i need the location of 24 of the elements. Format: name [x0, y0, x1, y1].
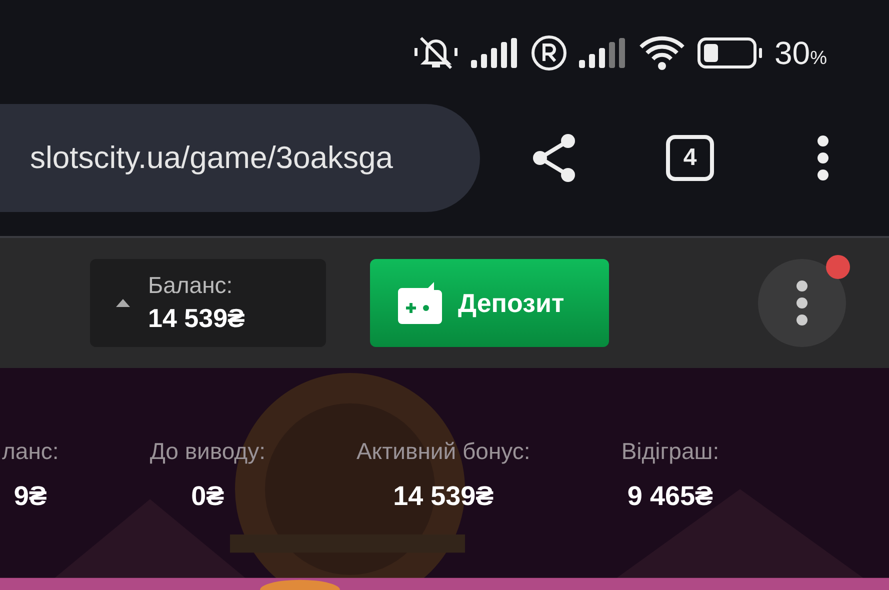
caret-icon [116, 299, 130, 307]
balance-value: 14 539₴ [148, 303, 245, 334]
wallet-icon [396, 280, 444, 326]
signal-icon [470, 38, 518, 68]
roaming-icon [530, 35, 566, 71]
menu-icon [796, 280, 808, 326]
balance-panel[interactable]: Баланс: 14 539₴ [90, 259, 326, 347]
stat-value: 9₴ [14, 481, 47, 512]
stat-label: Активний бонус: [356, 438, 530, 465]
signal-icon [578, 38, 626, 68]
stat-value: 14 539₴ [393, 481, 494, 512]
battery-percent: 30% [774, 34, 827, 72]
balance-label: Баланс: [148, 272, 234, 299]
battery-icon [696, 37, 762, 69]
muted-bell-icon [412, 34, 458, 72]
stat-value: 0₴ [191, 481, 224, 512]
tab-count-button[interactable]: 4 [666, 135, 714, 181]
stat-label: ланс: [2, 438, 59, 465]
stat-value: 9 465₴ [627, 481, 713, 512]
stat-label: До виводу: [150, 438, 266, 465]
wifi-icon [638, 36, 684, 70]
address-bar[interactable]: slotscity.ua/game/3oaksga [0, 104, 480, 212]
stat-label: Відіграш: [621, 438, 720, 465]
menu-icon[interactable] [816, 135, 830, 181]
